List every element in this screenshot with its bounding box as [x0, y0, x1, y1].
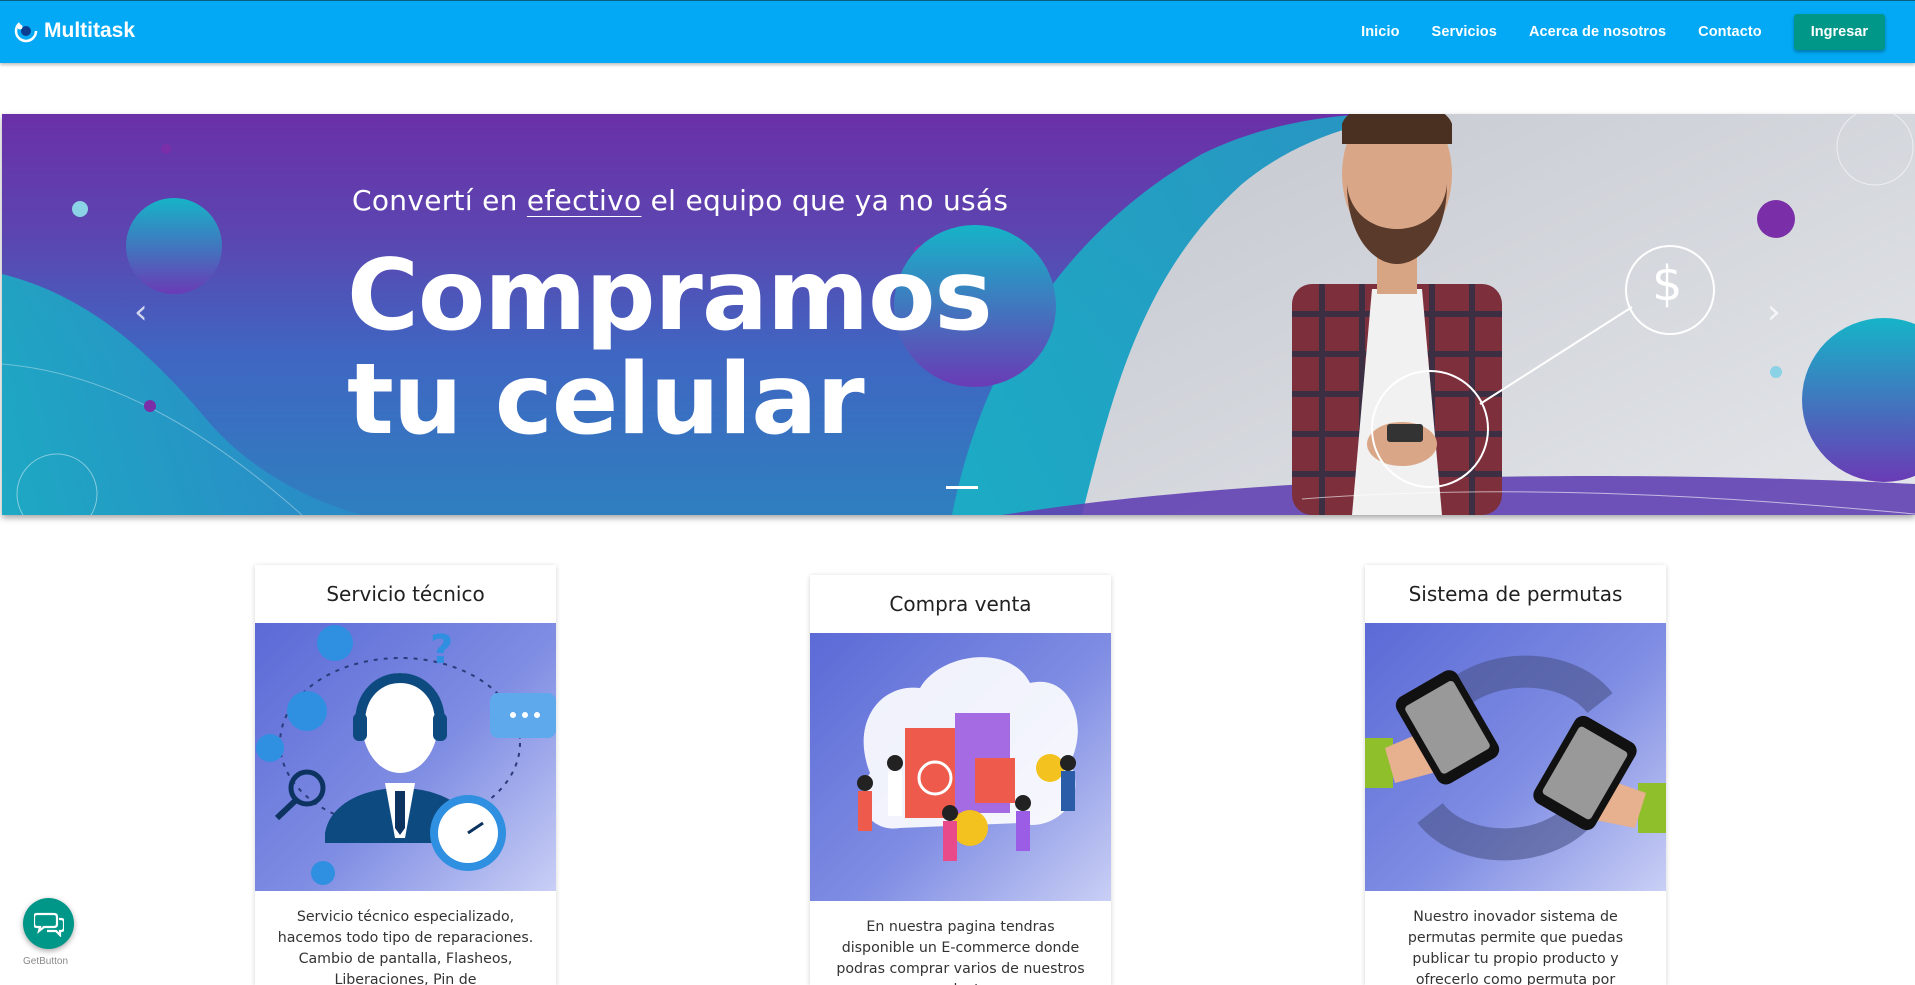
- nav-link-servicios[interactable]: Servicios: [1432, 24, 1497, 40]
- hero-carousel: Convertí en efectivo el equipo que ya no…: [2, 114, 1915, 515]
- card-image: [810, 633, 1111, 901]
- chevron-left-icon[interactable]: ‹: [134, 292, 148, 332]
- card-title: Sistema de permutas: [1408, 582, 1623, 606]
- carousel-indicator-active[interactable]: [946, 486, 978, 489]
- nav-link-acerca[interactable]: Acerca de nosotros: [1529, 24, 1666, 40]
- chat-button-label: GetButton: [23, 956, 69, 967]
- svg-text:?: ?: [430, 627, 453, 673]
- hero-subtitle: Convertí en efectivo el equipo que ya no…: [352, 184, 1008, 217]
- brand[interactable]: Multitask: [14, 19, 135, 43]
- shopping-illustration: [857, 657, 1078, 861]
- top-navbar: Multitask Inicio Servicios Acerca de nos…: [0, 0, 1915, 63]
- card-description: Servicio técnico especializado, hacemos …: [277, 909, 534, 985]
- card-description: Nuestro inovador sistema de permutas per…: [1407, 909, 1624, 985]
- nav-link-contacto[interactable]: Contacto: [1698, 24, 1762, 40]
- service-card-permutas[interactable]: Sistema de permutas Nuestro inovador sis…: [1365, 565, 1666, 985]
- card-image: [1365, 623, 1666, 891]
- support-agent-illustration: ?: [256, 625, 556, 885]
- chevron-right-icon[interactable]: ›: [1767, 292, 1781, 332]
- card-description: En nuestra pagina tendras disponible un …: [836, 919, 1085, 985]
- login-button[interactable]: Ingresar: [1793, 14, 1885, 50]
- hero-subtitle-pre: Convertí en: [352, 184, 527, 217]
- brand-logo-icon: [14, 19, 38, 43]
- nav-links: Inicio Servicios Acerca de nosotros Cont…: [1361, 14, 1885, 50]
- hero-headline-line1: Compramos: [347, 239, 993, 353]
- service-card-tecnico[interactable]: Servicio técnico ? Servicio técnico espe…: [255, 565, 556, 985]
- hero-headline-line2: tu celular: [347, 343, 865, 457]
- hero-subtitle-post: el equipo que ya no usás: [641, 184, 1009, 217]
- card-title: Compra venta: [889, 592, 1032, 616]
- brand-name: Multitask: [44, 19, 136, 42]
- chat-button[interactable]: [23, 898, 74, 949]
- hero-subtitle-underlined: efectivo: [526, 184, 642, 217]
- card-image: ?: [255, 623, 556, 891]
- chat-bubbles-icon: [33, 912, 64, 937]
- dollar-icon: $: [1652, 256, 1683, 312]
- service-card-compra-venta[interactable]: Compra venta En nuestra pagina tendras d…: [810, 575, 1111, 985]
- hero-headline: Compramos tu celular: [347, 239, 993, 457]
- card-title: Servicio técnico: [326, 582, 485, 606]
- phone-exchange-illustration: [1365, 655, 1666, 861]
- nav-link-inicio[interactable]: Inicio: [1361, 24, 1399, 40]
